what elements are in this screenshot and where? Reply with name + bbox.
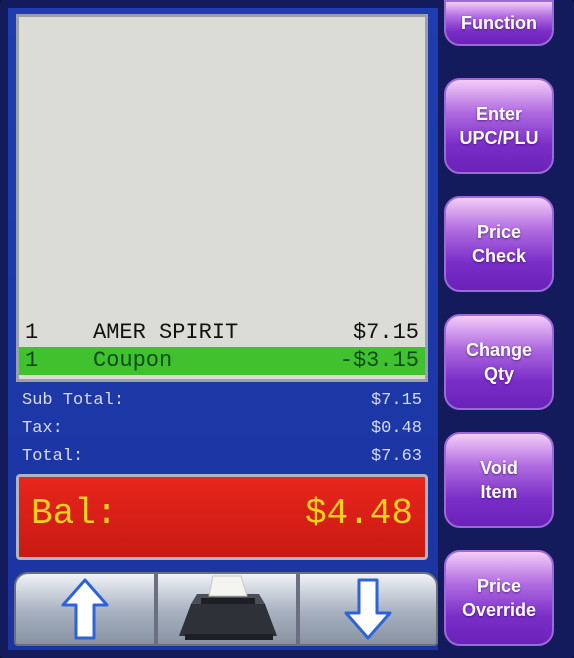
change-qty-button[interactable]: Change Qty bbox=[444, 314, 554, 410]
pos-screen: 1 AMER SPIRIT $7.15 1 Coupon -$3.15 Sub … bbox=[0, 0, 574, 658]
total-value: $7.63 bbox=[370, 447, 422, 466]
line-amount: -$3.15 bbox=[339, 348, 419, 373]
total-label: Total: bbox=[22, 447, 84, 466]
subtotal-row: Sub Total: $7.15 bbox=[22, 390, 422, 412]
tax-value: $0.48 bbox=[370, 419, 422, 438]
subtotal-label: Sub Total: bbox=[22, 391, 125, 410]
total-row: Total: $7.63 bbox=[22, 446, 422, 468]
balance-label: Bal: bbox=[31, 493, 118, 534]
line-qty: 1 bbox=[25, 348, 39, 373]
enter-upc-plu-label: Enter UPC/PLU bbox=[459, 104, 539, 148]
enter-upc-plu-button[interactable]: Enter UPC/PLU bbox=[444, 78, 554, 174]
function-button-label: Function bbox=[461, 13, 537, 33]
void-item-button[interactable]: Void Item bbox=[444, 432, 554, 528]
change-qty-label: Change Qty bbox=[465, 340, 532, 384]
price-override-label: Price Override bbox=[461, 576, 537, 620]
price-override-button[interactable]: Price Override bbox=[444, 550, 554, 646]
arrow-down-icon bbox=[344, 578, 392, 640]
tax-row: Tax: $0.48 bbox=[22, 418, 422, 440]
line-amount: $7.15 bbox=[352, 320, 419, 345]
tax-label: Tax: bbox=[22, 419, 63, 438]
receipt-line[interactable]: 1 AMER SPIRIT $7.15 bbox=[19, 319, 425, 347]
balance-display: Bal: $4.48 bbox=[16, 474, 428, 560]
arrow-up-icon bbox=[61, 578, 109, 640]
subtotal-value: $7.15 bbox=[370, 391, 422, 410]
price-check-label: Price Check bbox=[471, 222, 527, 266]
line-qty: 1 bbox=[25, 320, 39, 345]
scroll-down-button[interactable] bbox=[298, 572, 438, 646]
print-receipt-button[interactable] bbox=[156, 572, 298, 646]
function-button[interactable]: Function bbox=[444, 0, 554, 46]
price-check-button[interactable]: Price Check bbox=[444, 196, 554, 292]
line-description: AMER SPIRIT bbox=[93, 320, 239, 345]
receipt-line-selected[interactable]: 1 Coupon -$3.15 bbox=[19, 347, 425, 375]
receipt-display: 1 AMER SPIRIT $7.15 1 Coupon -$3.15 bbox=[16, 14, 428, 382]
balance-value: $4.48 bbox=[304, 493, 413, 534]
void-item-label: Void Item bbox=[480, 458, 518, 502]
scroll-up-button[interactable] bbox=[14, 572, 156, 646]
receipt-printer-icon bbox=[179, 575, 277, 640]
line-description: Coupon bbox=[93, 348, 173, 373]
